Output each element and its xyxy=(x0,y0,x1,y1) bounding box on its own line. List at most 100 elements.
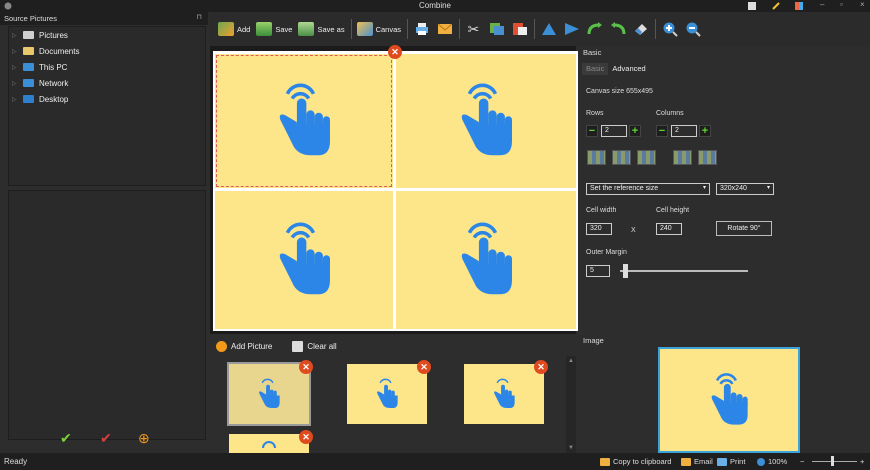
status-text: Ready xyxy=(4,457,28,466)
thumbnail-item[interactable]: ✕ xyxy=(347,360,431,424)
layout-preset-2-icon[interactable] xyxy=(612,150,631,165)
pencil-icon[interactable] xyxy=(772,2,780,10)
clear-all-button[interactable]: Clear all xyxy=(292,340,337,352)
save-button[interactable]: Save xyxy=(256,17,292,41)
toolbar-separator xyxy=(350,19,352,39)
cell-width-input[interactable]: 320 xyxy=(586,223,612,235)
print-button[interactable]: Print xyxy=(717,457,745,466)
layout-preset-1-icon[interactable] xyxy=(587,150,606,165)
rows-increment-button[interactable]: + xyxy=(629,125,641,137)
tree-item-label: Documents xyxy=(39,46,80,56)
eraser-icon[interactable] xyxy=(632,21,649,37)
size-select[interactable]: 320x240 ▾ xyxy=(716,183,774,195)
outer-margin-slider[interactable] xyxy=(620,270,748,272)
minimize-icon[interactable]: – xyxy=(820,0,824,9)
expand-arrow-icon[interactable]: ▷ xyxy=(12,48,17,55)
tree-item-desktop[interactable]: ▷ Desktop xyxy=(9,91,205,107)
tab-advanced[interactable]: Advanced xyxy=(608,63,649,75)
close-window-icon[interactable]: × xyxy=(860,0,865,9)
canvas-cell[interactable] xyxy=(396,191,576,329)
file-list[interactable] xyxy=(8,190,206,440)
copy-icon[interactable] xyxy=(488,21,505,37)
tree-item-network[interactable]: ▷ Network xyxy=(9,75,205,91)
tree-item-this-pc[interactable]: ▷ This PC xyxy=(9,59,205,75)
add-orange-icon[interactable]: ⊕ xyxy=(138,430,150,447)
expand-arrow-icon[interactable]: ▷ xyxy=(12,80,17,87)
check-green-icon[interactable]: ✔ xyxy=(60,430,72,447)
canvas-cell[interactable] xyxy=(396,54,576,188)
layout-preset-5-icon[interactable] xyxy=(698,150,717,165)
flip-horizontal-icon[interactable] xyxy=(563,21,580,37)
title-bar: Combine – ▫ × xyxy=(0,0,870,12)
rotate-right-icon[interactable] xyxy=(609,21,626,37)
columns-input[interactable]: 2 xyxy=(671,125,697,137)
columns-increment-button[interactable]: + xyxy=(699,125,711,137)
remove-thumbnail-icon[interactable]: ✕ xyxy=(299,430,313,444)
thumbnail-item[interactable]: ✕ xyxy=(229,430,313,453)
rows-decrement-button[interactable]: − xyxy=(586,125,598,137)
zoom-out-icon[interactable] xyxy=(684,21,701,37)
tree-item-pictures[interactable]: ▷ Pictures xyxy=(9,27,205,43)
outer-margin-input[interactable]: 5 xyxy=(586,265,610,277)
remove-thumbnail-icon[interactable]: ✕ xyxy=(417,360,431,374)
hand-tap-icon xyxy=(262,440,276,448)
cut-icon[interactable]: ✂ xyxy=(465,21,482,37)
canvas-cell[interactable] xyxy=(215,191,393,329)
image-preview xyxy=(658,347,800,453)
hand-tap-icon xyxy=(279,222,330,295)
zoom-out-button[interactable]: − xyxy=(800,457,804,466)
canvas-cell[interactable] xyxy=(215,54,393,188)
combine-canvas[interactable]: ✕ xyxy=(213,45,578,331)
add-picture-button[interactable]: Add Picture xyxy=(216,340,272,352)
tab-basic[interactable]: Basic xyxy=(582,63,609,75)
email-button[interactable]: Email xyxy=(681,457,713,466)
expand-arrow-icon[interactable]: ▷ xyxy=(12,32,17,39)
cell-height-input[interactable]: 240 xyxy=(656,223,682,235)
save-label: Save xyxy=(275,24,293,34)
save-as-button[interactable]: Save as xyxy=(298,17,345,41)
rows-label: Rows xyxy=(586,110,604,117)
email-icon xyxy=(681,457,691,466)
add-button[interactable]: Add xyxy=(218,17,250,41)
scroll-up-icon[interactable]: ▲ xyxy=(568,358,574,364)
canvas-button[interactable]: Canvas xyxy=(356,17,401,41)
rotate-left-icon[interactable] xyxy=(586,21,603,37)
outer-margin-slider-thumb[interactable] xyxy=(623,264,628,278)
flip-vertical-icon[interactable] xyxy=(540,21,557,37)
rows-input[interactable]: 2 xyxy=(601,125,627,137)
zoom-slider-thumb[interactable] xyxy=(831,456,834,466)
zoom-slider[interactable] xyxy=(812,461,857,462)
expand-arrow-icon[interactable]: ▷ xyxy=(12,64,17,71)
check-red-icon[interactable]: ✔ xyxy=(100,430,112,447)
remove-thumbnail-icon[interactable]: ✕ xyxy=(534,360,548,374)
remove-thumbnail-icon[interactable]: ✕ xyxy=(299,360,313,374)
tree-item-documents[interactable]: ▷ Documents xyxy=(9,43,205,59)
pin-icon[interactable]: ⊓ xyxy=(197,13,202,21)
properties-tabs: Basic Advanced xyxy=(582,63,650,75)
scroll-down-icon[interactable]: ▼ xyxy=(568,445,574,451)
paste-icon[interactable] xyxy=(511,21,528,37)
zoom-in-icon[interactable] xyxy=(661,21,678,37)
zoom-level[interactable]: 100% xyxy=(757,457,787,466)
restore-icon[interactable]: ▫ xyxy=(840,0,843,9)
thumbnail-scrollbar[interactable]: ▲ ▼ xyxy=(566,356,576,453)
expand-arrow-icon[interactable]: ▷ xyxy=(12,96,17,103)
palette-icon[interactable] xyxy=(795,2,803,10)
zoom-in-button[interactable]: + xyxy=(860,457,864,466)
hand-tap-icon xyxy=(711,373,748,425)
remove-cell-icon[interactable]: ✕ xyxy=(388,45,402,59)
print-icon[interactable] xyxy=(413,21,430,37)
rotate-90-button[interactable]: Rotate 90° xyxy=(716,221,772,236)
document-icon[interactable] xyxy=(748,2,756,10)
copy-label: Copy to clipboard xyxy=(613,457,672,466)
columns-decrement-button[interactable]: − xyxy=(656,125,668,137)
layout-preset-4-icon[interactable] xyxy=(673,150,692,165)
layout-preset-3-icon[interactable] xyxy=(637,150,656,165)
thumbnail-item[interactable]: ✕ xyxy=(227,360,313,426)
thumbnail-item[interactable]: ✕ xyxy=(464,360,548,424)
pictures-folder-icon xyxy=(23,31,34,39)
copy-to-clipboard-button[interactable]: Copy to clipboard xyxy=(600,457,671,466)
cell-size-separator: X xyxy=(631,227,636,234)
reference-size-select[interactable]: Set the reference size ▾ xyxy=(586,183,710,195)
email-icon[interactable] xyxy=(436,21,453,37)
